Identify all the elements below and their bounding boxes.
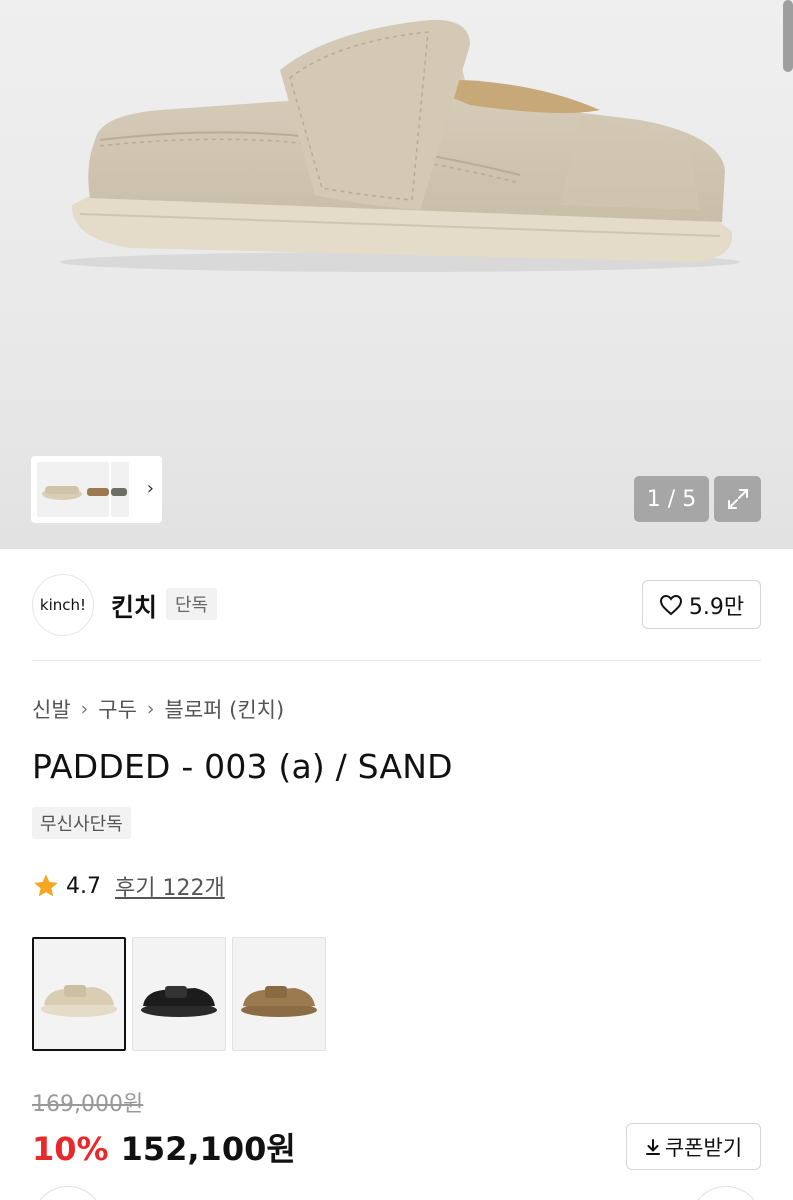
product-image-gallery[interactable]: › 1 / 5 <box>0 0 793 549</box>
coupon-label: 쿠폰받기 <box>664 1135 743 1160</box>
heart-outline-icon <box>659 594 682 615</box>
star-icon <box>34 874 58 897</box>
breadcrumb: 신발 › 구두 › 블로퍼 (킨치) <box>32 694 284 724</box>
variant-black[interactable] <box>132 937 226 1051</box>
brand-name[interactable]: 킨치 <box>111 588 157 624</box>
breadcrumb-item[interactable]: 구두 <box>98 694 137 724</box>
thumbnail-strip[interactable]: › <box>31 456 162 523</box>
original-price: 169,000원 <box>32 1092 144 1117</box>
sale-price: 152,100원 <box>120 1130 296 1168</box>
thumbnail-image[interactable] <box>37 462 87 517</box>
scroll-indicator[interactable] <box>783 0 793 72</box>
thumbnail-image[interactable] <box>85 462 109 517</box>
variant-options <box>32 937 326 1051</box>
price-row: 10% 152,100원 <box>32 1124 296 1170</box>
breadcrumb-item[interactable]: 신발 <box>32 694 71 724</box>
image-counter: 1 / 5 <box>634 476 709 522</box>
variant-sand[interactable] <box>32 937 126 1051</box>
variant-brown[interactable] <box>232 937 326 1051</box>
like-button[interactable]: 5.9만 <box>642 580 761 629</box>
chevron-right-icon[interactable]: › <box>147 478 154 499</box>
rating-value: 4.7 <box>66 873 101 899</box>
exclusive-badge: 무신사단독 <box>32 807 131 839</box>
partial-round-button[interactable] <box>32 1186 104 1200</box>
reviews-link[interactable]: 후기 122개 <box>115 870 225 902</box>
expand-button[interactable] <box>714 476 761 522</box>
divider <box>32 660 761 661</box>
discount-rate: 10% <box>32 1130 109 1168</box>
rating-row: 4.7 후기 122개 <box>32 870 225 902</box>
brand-exclusive-tag: 단독 <box>166 588 218 620</box>
brand-logo[interactable]: kinch! <box>32 574 94 636</box>
coupon-button[interactable]: 쿠폰받기 <box>626 1123 761 1170</box>
breadcrumb-item[interactable]: 블로퍼 (킨치) <box>165 694 285 724</box>
product-title: PADDED - 003 (a) / SAND <box>32 747 453 786</box>
chevron-right-icon: › <box>146 698 155 720</box>
download-icon <box>645 1138 660 1155</box>
chevron-right-icon: › <box>80 698 89 720</box>
like-count: 5.9만 <box>688 594 745 620</box>
expand-icon <box>727 489 748 509</box>
thumbnail-image[interactable] <box>111 462 129 517</box>
partial-round-button[interactable] <box>690 1186 762 1200</box>
brand-logo-text: kinch! <box>39 596 87 614</box>
